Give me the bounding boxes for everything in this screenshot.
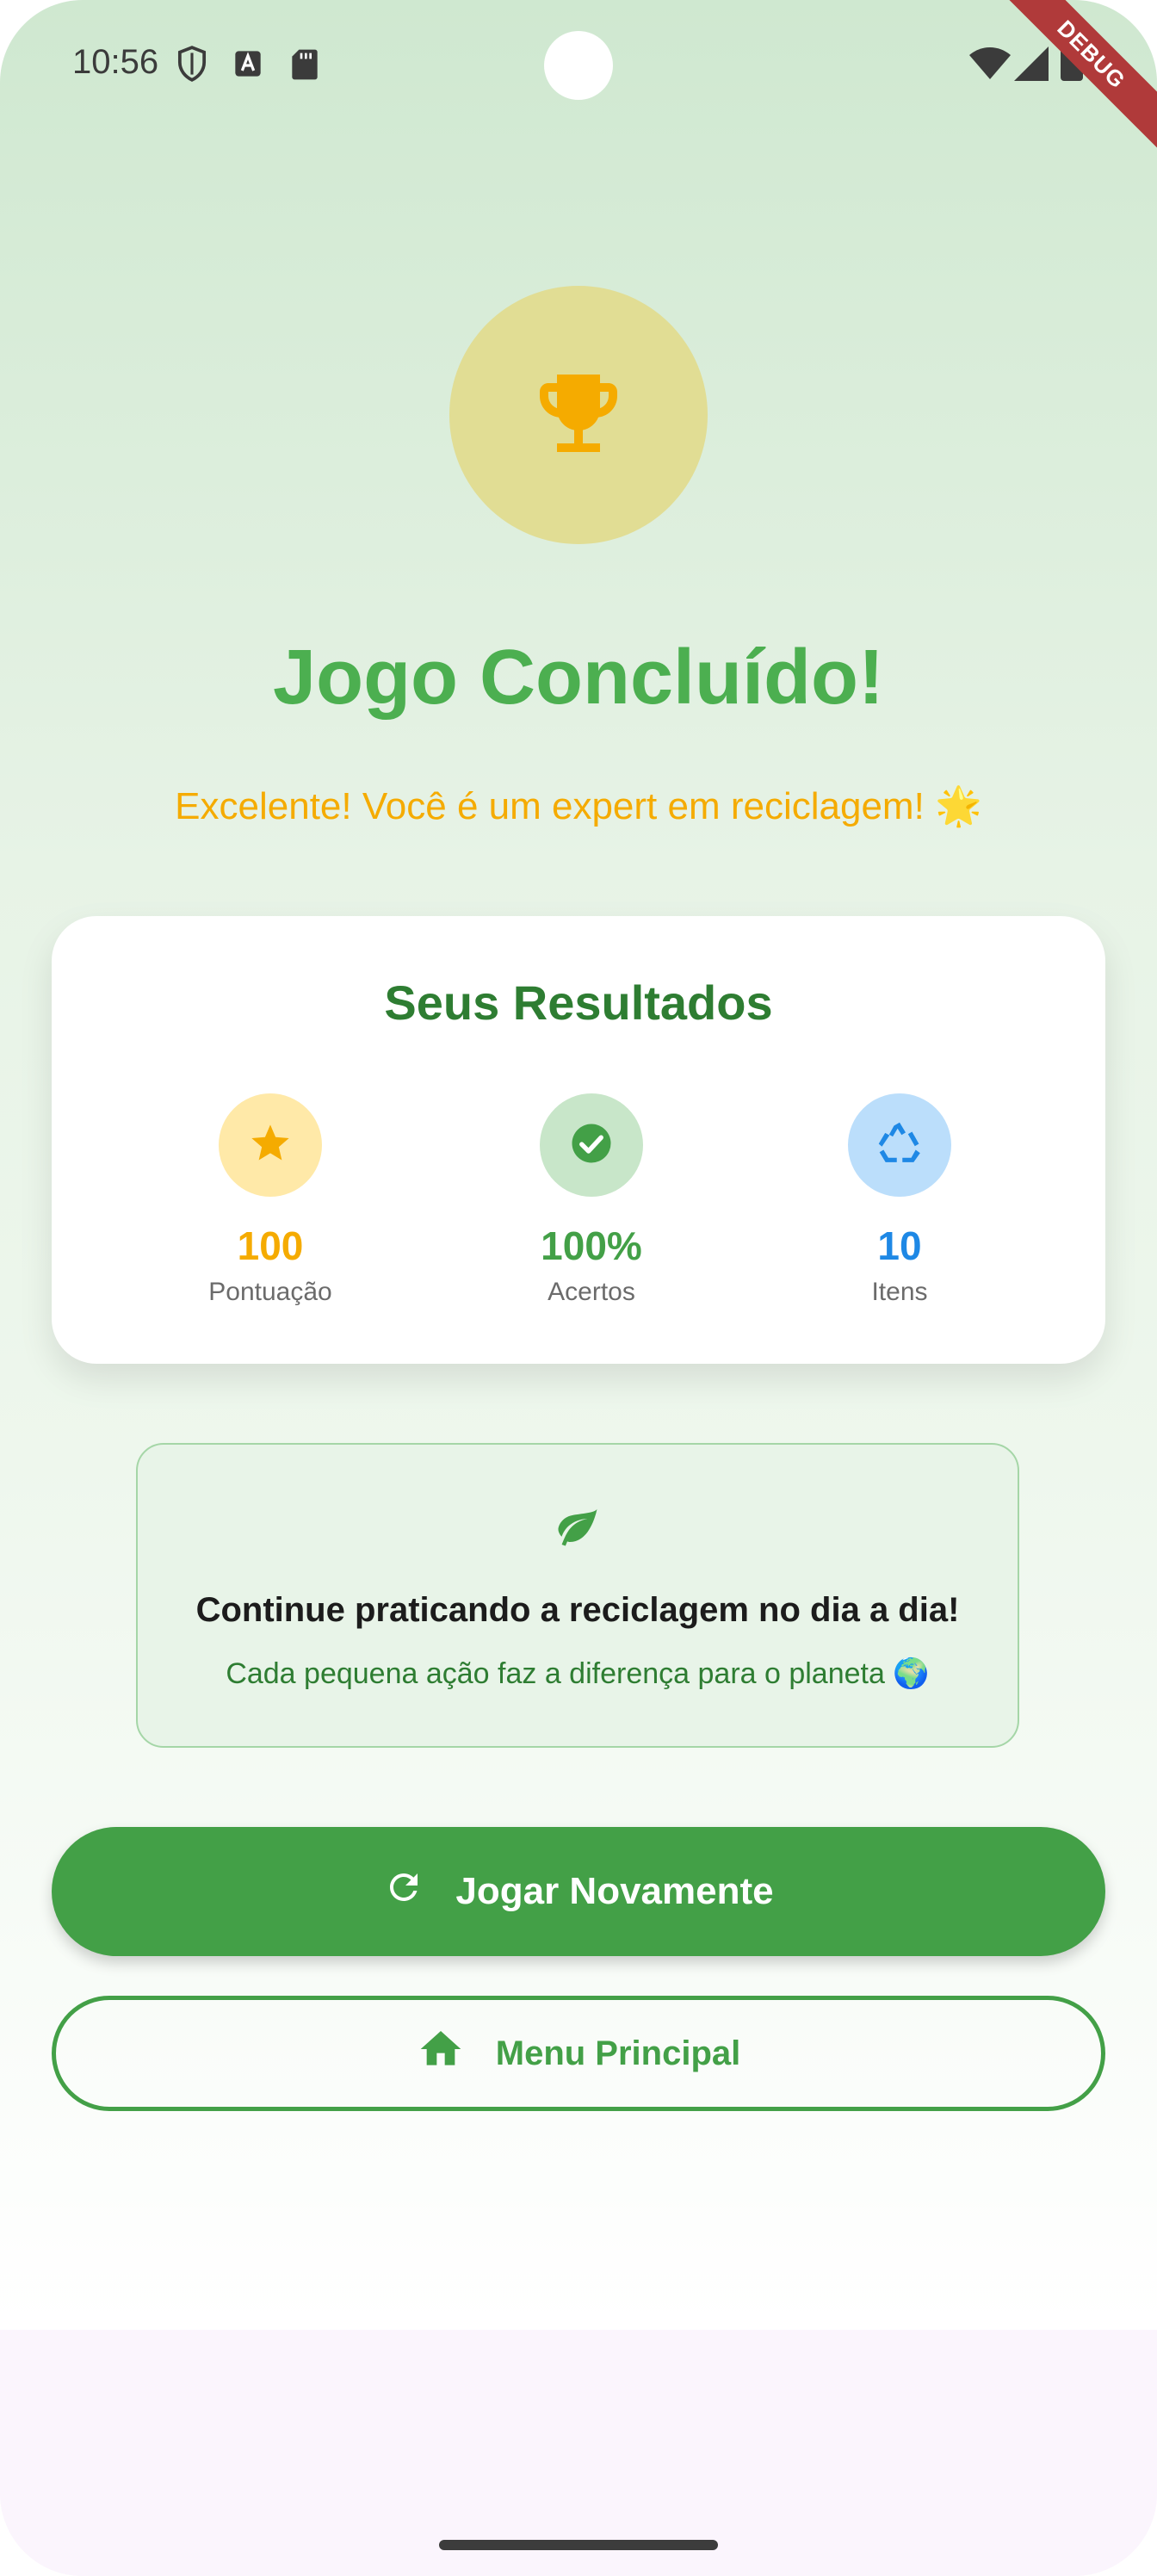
status-time: 10:56 — [72, 43, 159, 81]
stat-score-value: 100 — [237, 1223, 304, 1268]
stat-score-label: Pontuação — [208, 1278, 332, 1306]
results-title: Seus Resultados — [384, 975, 773, 1030]
font-a-icon — [234, 50, 262, 82]
play-again-button[interactable]: Jogar Novamente — [52, 1827, 1105, 1956]
tip-box: Continue praticando a reciclagem no dia … — [136, 1443, 1019, 1748]
home-icon — [417, 2025, 465, 2082]
signal-icon — [1014, 46, 1049, 85]
stat-items-badge — [848, 1093, 951, 1197]
app-screen: 10:56 DEBUG Jogo Concluído! Excelente! V… — [0, 0, 1157, 2576]
sd-card-icon — [291, 48, 319, 85]
recycle-icon — [875, 1119, 924, 1172]
star-icon — [248, 1121, 293, 1170]
wifi-icon — [969, 46, 1011, 85]
stat-items-value: 10 — [877, 1223, 922, 1268]
stat-score: 100 Pontuação — [141, 1093, 399, 1307]
main-menu-label: Menu Principal — [495, 2034, 741, 2072]
tip-subtitle: Cada pequena ação faz a diferença para o… — [226, 1657, 930, 1690]
page-title: Jogo Concluído! — [273, 635, 884, 721]
shield-icon — [176, 45, 208, 87]
stat-items-label: Itens — [871, 1278, 928, 1306]
stat-accuracy-label: Acertos — [548, 1278, 635, 1306]
stat-accuracy-badge — [540, 1093, 643, 1197]
leaf-icon — [554, 1503, 601, 1554]
stat-score-badge — [219, 1093, 322, 1197]
stat-accuracy: 100% Acertos — [462, 1093, 721, 1307]
refresh-icon — [383, 1867, 424, 1917]
trophy-icon — [527, 362, 630, 469]
front-camera — [544, 31, 613, 100]
check-circle-icon — [568, 1120, 615, 1171]
stat-accuracy-value: 100% — [541, 1223, 642, 1268]
gesture-home-bar[interactable] — [439, 2540, 718, 2550]
play-again-label: Jogar Novamente — [455, 1870, 774, 1912]
trophy-badge — [449, 286, 708, 544]
main-menu-button[interactable]: Menu Principal — [52, 1996, 1105, 2111]
result-message: Excelente! Você é um expert em reciclage… — [175, 785, 982, 827]
stat-items: 10 Itens — [770, 1093, 1029, 1307]
results-card: Seus Resultados 100 Pontuação 100% Acert… — [52, 916, 1105, 1364]
tip-title: Continue praticando a reciclagem no dia … — [195, 1591, 960, 1629]
